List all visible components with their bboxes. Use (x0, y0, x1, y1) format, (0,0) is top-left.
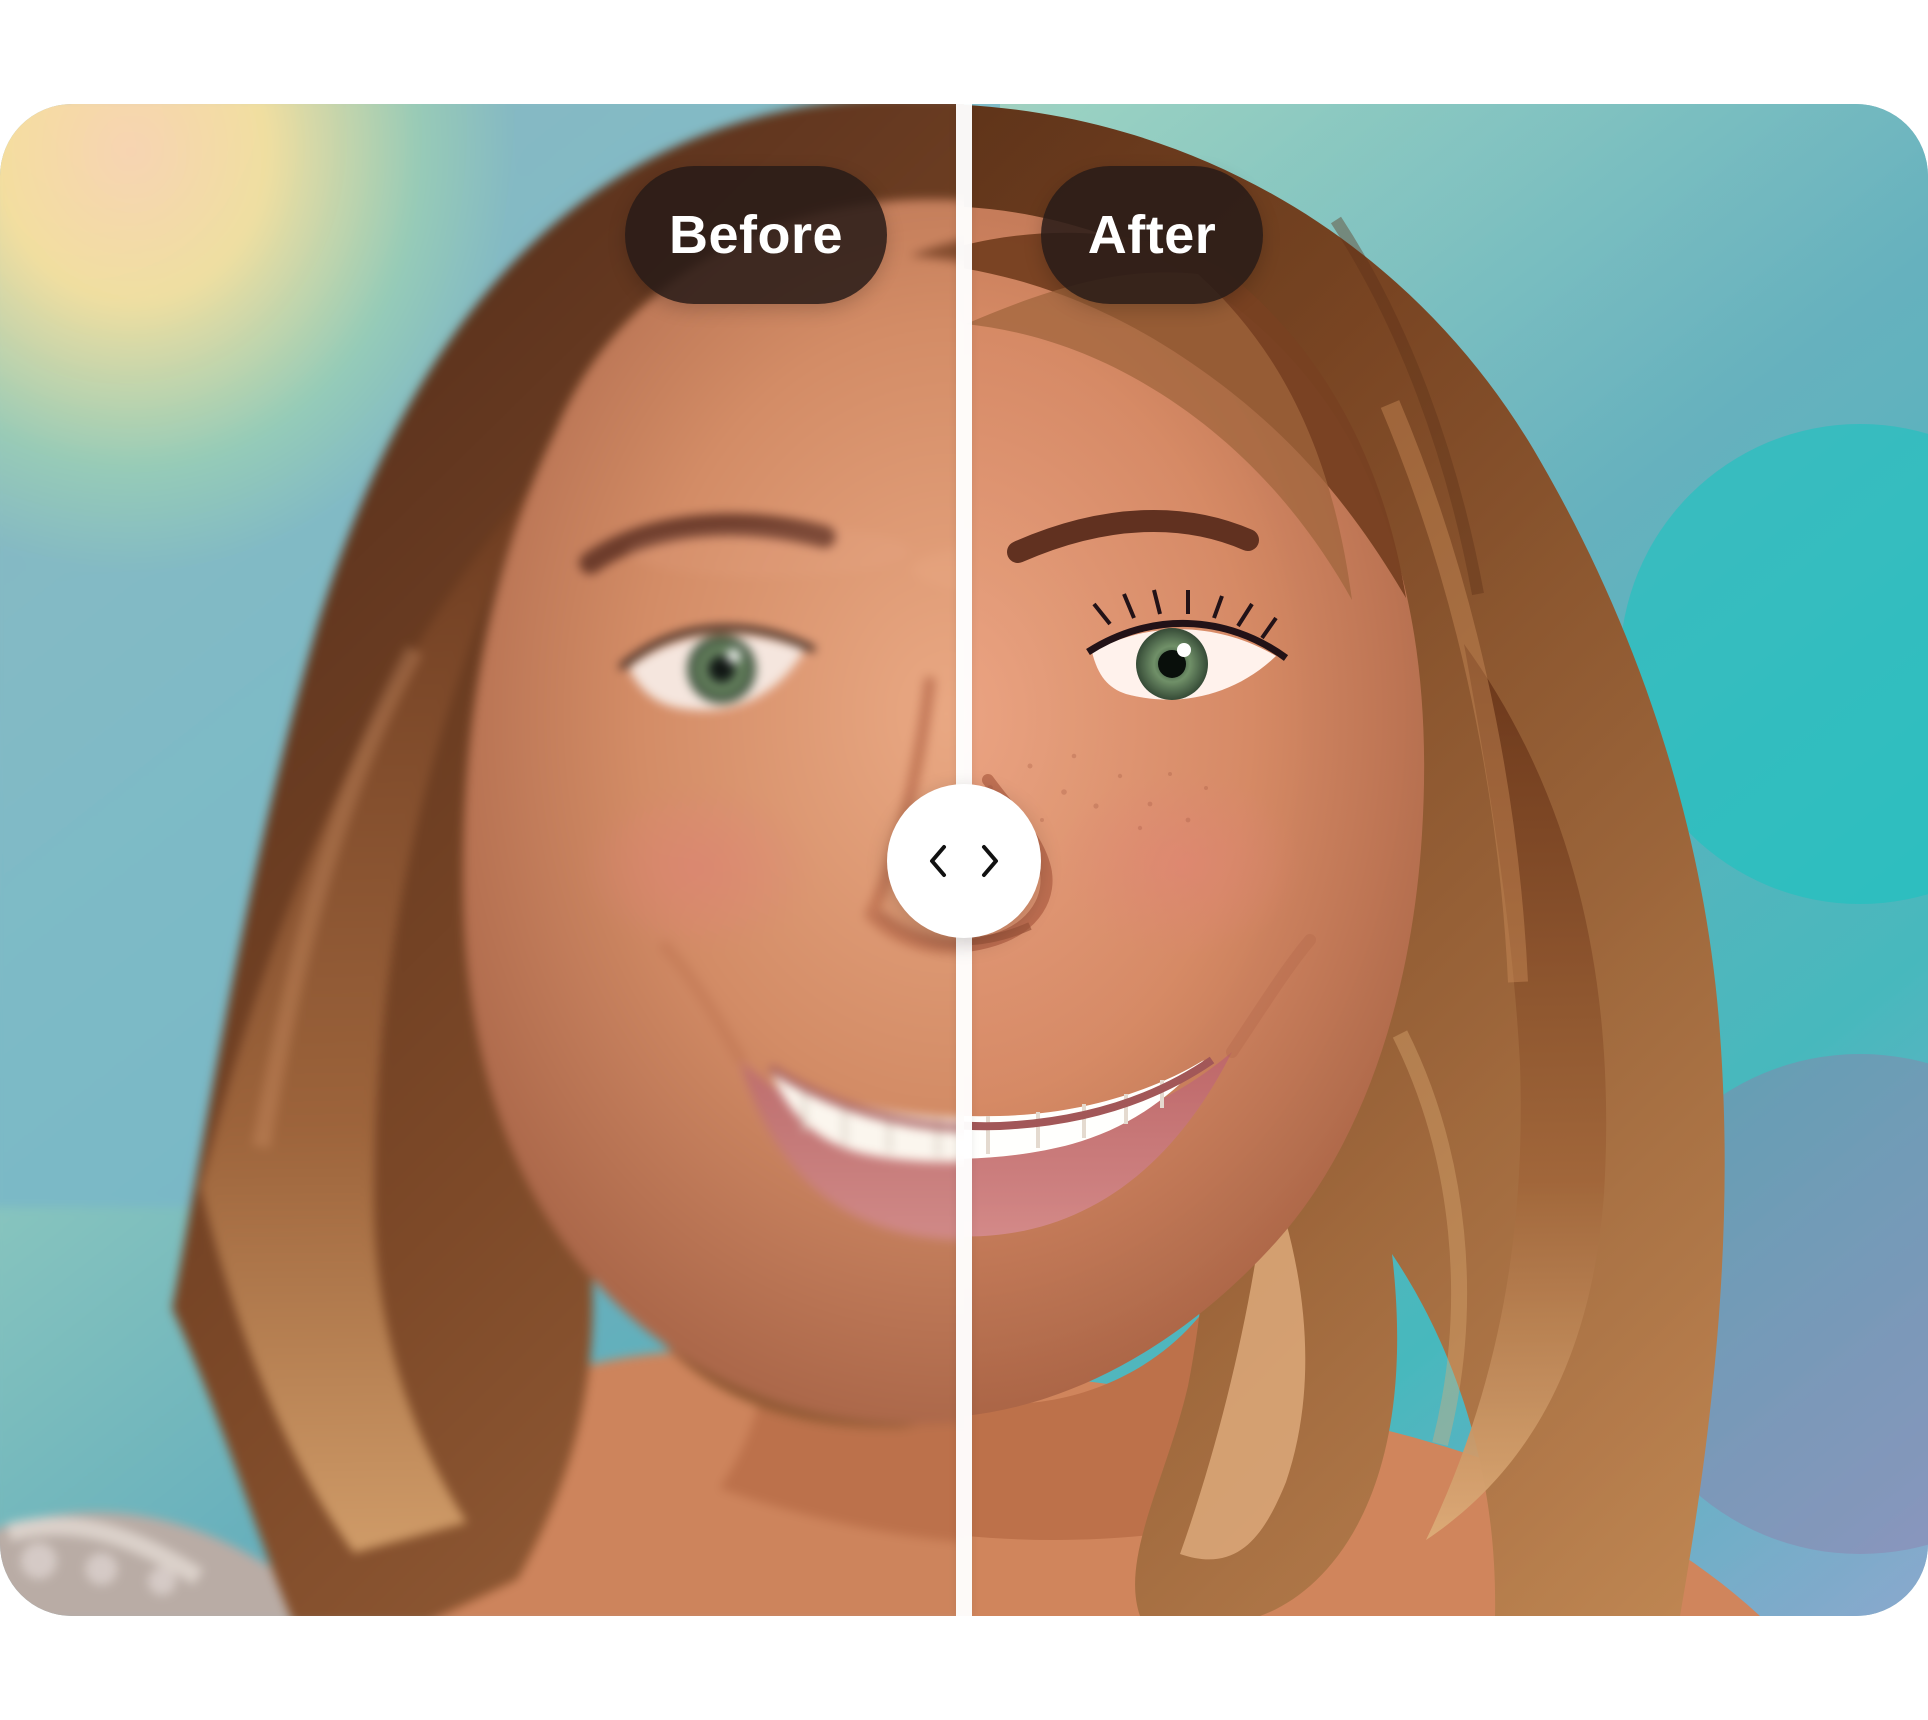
before-after-comparison[interactable]: Before After (0, 104, 1928, 1616)
before-image (0, 104, 964, 1616)
portrait-before (0, 104, 964, 1616)
chevron-left-icon (924, 841, 952, 881)
after-label: After (1087, 205, 1217, 265)
before-label-pill: Before (625, 166, 887, 304)
chevron-right-icon (976, 841, 1004, 881)
after-image (964, 104, 1928, 1616)
portrait-after (964, 104, 1928, 1616)
comparison-slider-handle[interactable] (887, 784, 1041, 938)
before-label: Before (668, 205, 844, 265)
after-label-pill: After (1041, 166, 1263, 304)
